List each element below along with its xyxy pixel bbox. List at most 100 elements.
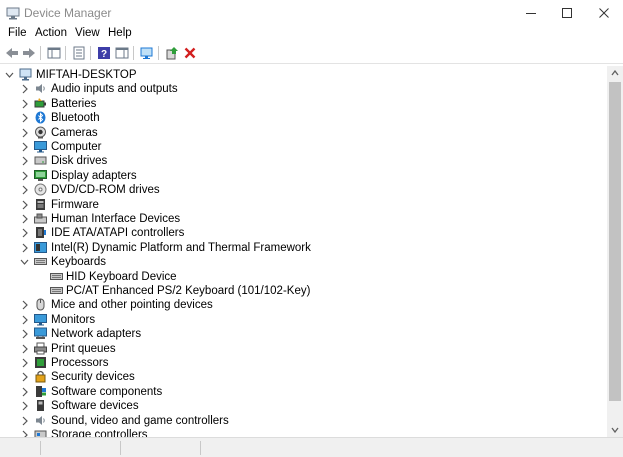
minimize-button[interactable]	[513, 0, 549, 26]
tree-item-mice[interactable]: Mice and other pointing devices	[0, 298, 600, 312]
computer-icon	[19, 68, 32, 81]
action-pane-button[interactable]	[114, 45, 130, 61]
tree-item-label: Intel(R) Dynamic Platform and Thermal Fr…	[51, 241, 311, 254]
chevron-down-icon[interactable]	[5, 69, 14, 81]
chevron-right-icon[interactable]	[20, 242, 29, 254]
forward-icon	[23, 48, 35, 58]
chevron-right-icon[interactable]	[20, 328, 29, 340]
toolbar-separator	[40, 46, 41, 60]
tree-child-ps2-keyboard[interactable]: PC/AT Enhanced PS/2 Keyboard (101/102-Ke…	[0, 284, 600, 298]
chevron-right-icon[interactable]	[20, 141, 29, 153]
tree-item-hid[interactable]: Human Interface Devices	[0, 212, 600, 226]
chevron-right-icon[interactable]	[20, 371, 29, 383]
menu-help[interactable]: Help	[108, 27, 132, 39]
chevron-right-icon[interactable]	[20, 357, 29, 369]
menu-file[interactable]: File	[8, 27, 27, 39]
tree-item-keyboards[interactable]: Keyboards	[0, 255, 600, 269]
status-bar	[0, 437, 623, 457]
software-component-icon	[36, 385, 46, 397]
tree-item-label: Human Interface Devices	[51, 213, 181, 225]
chevron-right-icon[interactable]	[20, 112, 29, 124]
chevron-right-icon[interactable]	[20, 213, 29, 225]
tree-item-processors[interactable]: Processors	[0, 356, 600, 370]
maximize-icon	[562, 8, 572, 18]
chevron-right-icon[interactable]	[20, 155, 29, 167]
chevron-right-icon[interactable]	[20, 314, 29, 326]
chevron-down-icon[interactable]	[20, 256, 29, 268]
tree-item-audio[interactable]: Audio inputs and outputs	[0, 82, 600, 96]
tree-item-label: Print queues	[51, 342, 116, 355]
tree-item-dvd-cd-rom[interactable]: DVD/CD-ROM drives	[0, 183, 600, 197]
properties-button[interactable]	[71, 45, 87, 61]
menu-action[interactable]: Action	[35, 27, 67, 39]
status-bar-divider	[200, 441, 201, 455]
update-driver-button[interactable]	[164, 45, 180, 61]
chevron-right-icon[interactable]	[20, 199, 29, 211]
tree-item-batteries[interactable]: Batteries	[0, 97, 600, 111]
status-bar-divider	[120, 441, 121, 455]
back-button[interactable]	[4, 45, 20, 61]
chevron-right-icon[interactable]	[20, 184, 29, 196]
optical-drive-icon	[34, 183, 47, 196]
tree-item-label: Sound, video and game controllers	[51, 414, 229, 427]
toolbar-separator	[133, 46, 134, 60]
tree-item-storage-controllers[interactable]: Storage controllers	[0, 428, 600, 437]
tree-item-network-adapters[interactable]: Network adapters	[0, 327, 600, 341]
scroll-down-button[interactable]	[607, 423, 623, 437]
help-button[interactable]: ?	[96, 45, 112, 61]
tree-item-display-adapters[interactable]: Display adapters	[0, 169, 600, 183]
chevron-right-icon[interactable]	[20, 83, 29, 95]
chevron-right-icon[interactable]	[20, 415, 29, 427]
tree-item-software-components[interactable]: Software components	[0, 385, 600, 399]
tree-item-computer[interactable]: Computer	[0, 140, 600, 154]
disk-drive-icon	[34, 156, 47, 165]
tree-child-hid-keyboard[interactable]: HID Keyboard Device	[0, 270, 600, 284]
toolbar: ?	[0, 42, 623, 64]
tree-item-security-devices[interactable]: Security devices	[0, 370, 600, 384]
tree-item-print-queues[interactable]: Print queues	[0, 342, 600, 356]
tree-item-disk-drives[interactable]: Disk drives	[0, 154, 600, 168]
help-icon: ?	[98, 47, 110, 60]
tree-item-cameras[interactable]: Cameras	[0, 126, 600, 140]
chevron-right-icon[interactable]	[20, 127, 29, 139]
show-hide-console-tree-button[interactable]	[46, 45, 62, 61]
vertical-scrollbar[interactable]	[607, 66, 623, 437]
forward-button[interactable]	[21, 45, 37, 61]
tree-item-software-devices[interactable]: Software devices	[0, 399, 600, 413]
keyboard-icon	[50, 272, 63, 280]
chevron-right-icon[interactable]	[20, 343, 29, 355]
chevron-right-icon[interactable]	[20, 386, 29, 398]
tree-item-label: Disk drives	[51, 155, 108, 168]
tree-item-label: Firmware	[51, 198, 99, 211]
tree-item-label: Cameras	[51, 126, 98, 139]
chevron-right-icon[interactable]	[20, 400, 29, 412]
uninstall-device-button[interactable]	[182, 45, 198, 61]
chevron-right-icon[interactable]	[20, 429, 29, 437]
scan-hardware-button[interactable]	[139, 45, 155, 61]
tree-item-ide-controllers[interactable]: IDE ATA/ATAPI controllers	[0, 226, 600, 240]
security-device-icon	[35, 371, 46, 383]
close-button[interactable]	[586, 0, 622, 26]
device-tree[interactable]: MIFTAH-DESKTOP Audio inputs and outputs …	[0, 66, 607, 437]
ide-controller-icon	[36, 227, 46, 239]
chevron-right-icon[interactable]	[20, 299, 29, 311]
hid-icon	[34, 213, 47, 224]
chevron-right-icon[interactable]	[20, 98, 29, 110]
tree-root[interactable]: MIFTAH-DESKTOP	[0, 68, 600, 82]
menu-view[interactable]: View	[75, 27, 100, 39]
tree-item-label: Computer	[51, 141, 102, 153]
tree-item-bluetooth[interactable]: Bluetooth	[0, 111, 600, 125]
tree-item-label: IDE ATA/ATAPI controllers	[51, 227, 185, 240]
chevron-right-icon[interactable]	[20, 170, 29, 182]
title-bar: Device Manager	[0, 0, 623, 26]
tree-item-monitors[interactable]: Monitors	[0, 313, 600, 327]
tree-item-intel-dptf[interactable]: Intel(R) Dynamic Platform and Thermal Fr…	[0, 241, 600, 255]
tree-item-label: Processors	[51, 357, 109, 369]
chevron-right-icon[interactable]	[20, 227, 29, 239]
maximize-button[interactable]	[549, 0, 585, 26]
scroll-up-button[interactable]	[607, 66, 623, 80]
tree-item-sound-video-game[interactable]: Sound, video and game controllers	[0, 414, 600, 428]
update-driver-icon	[166, 47, 178, 60]
tree-item-firmware[interactable]: Firmware	[0, 198, 600, 212]
scrollbar-thumb[interactable]	[609, 82, 621, 401]
